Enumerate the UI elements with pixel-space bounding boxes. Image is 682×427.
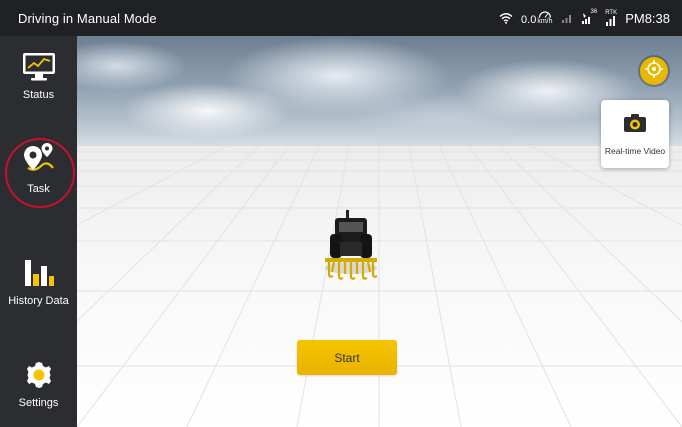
sidebar-item-history-data[interactable]: History Data (0, 258, 77, 307)
real-time-video-button[interactable]: Real-time Video (601, 100, 669, 168)
clock: PM8:38 (625, 10, 670, 26)
gear-icon (24, 360, 54, 393)
sidebar-item-label: Status (22, 89, 55, 101)
app-window: Driving in Manual Mode 0.0 km/h 36 RTK P… (0, 0, 682, 427)
status-indicators: 0.0 km/h 36 RTK PM8:38 (499, 9, 670, 26)
real-time-video-label: Real-time Video (604, 145, 666, 156)
signal-bars-icon (561, 13, 573, 23)
camera-icon (623, 113, 647, 138)
ground-grid (77, 146, 682, 427)
rtk-signal-icon: RTK (605, 10, 617, 26)
crosshair-icon (644, 59, 664, 84)
status-bar: Driving in Manual Mode 0.0 km/h 36 RTK P… (0, 0, 682, 36)
sidebar-item-label: Task (27, 183, 50, 195)
satellite-signal-icon: 36 (581, 9, 598, 24)
bar-chart-icon (23, 258, 55, 291)
map-scene[interactable]: Real-time Video Start (77, 36, 682, 427)
start-button[interactable]: Start (297, 340, 397, 375)
sidebar: Status Task History Data Settings (0, 36, 77, 427)
speed-readout: 0.0 km/h (521, 10, 553, 26)
sidebar-item-task[interactable]: Task (0, 142, 77, 195)
sky-background (77, 36, 682, 146)
driving-mode-label: Driving in Manual Mode (18, 10, 157, 26)
sidebar-item-label: Settings (18, 397, 59, 409)
speed-unit: km/h (537, 18, 553, 25)
speedometer-icon: km/h (537, 10, 553, 26)
route-pins-icon (21, 142, 57, 179)
sidebar-item-settings[interactable]: Settings (0, 360, 77, 409)
satellite-count: 36 (590, 9, 598, 15)
monitor-chart-icon (22, 52, 56, 85)
speed-value: 0.0 (521, 14, 537, 26)
sidebar-item-status[interactable]: Status (0, 52, 77, 101)
recenter-button[interactable] (640, 57, 668, 85)
sidebar-item-label: History Data (8, 295, 69, 307)
tractor-icon (320, 208, 382, 286)
wifi-icon (499, 12, 513, 24)
